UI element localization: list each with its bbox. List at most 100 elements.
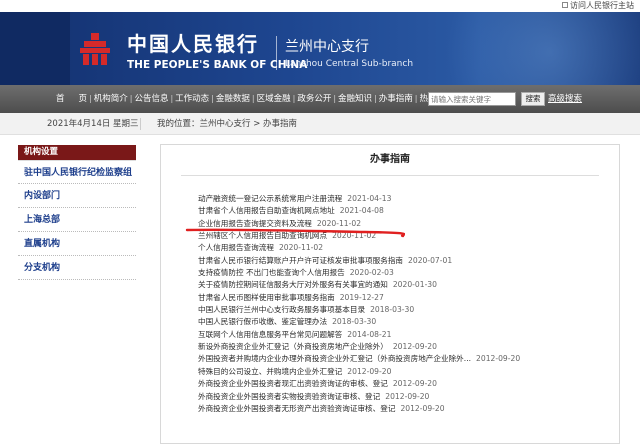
- nav-separator: |: [374, 94, 377, 103]
- branch-name-cn: 兰州中心支行: [285, 39, 369, 55]
- search-input[interactable]: [428, 92, 516, 106]
- globe-icon: [562, 2, 568, 8]
- list-item[interactable]: 动产融资统一登记公示系统常用户注册流程 2021-04-13: [198, 193, 618, 205]
- branch-name-en: Lanzhou Central Sub-branch: [285, 59, 414, 69]
- sidebar-heading: 机构设置: [18, 145, 136, 160]
- list-item[interactable]: 中国人民银行假币收缴、鉴定管理办法 2018-03-30: [198, 316, 618, 328]
- nav-separator: |: [414, 94, 418, 103]
- search-button[interactable]: 搜索: [521, 92, 545, 106]
- nav-items: 首 页 | 机构简介 | 公告信息 | 工作动态 | 金融数据 | 区域金融 |…: [56, 85, 454, 113]
- red-annotation-underline: [185, 228, 405, 238]
- nav-announcements[interactable]: 公告信息: [134, 85, 168, 113]
- list-item-date: 2014-08-21: [347, 329, 392, 339]
- list-item-title[interactable]: 外国投资者并购境内企业办理外商投资企业外汇登记（外商投资房地产企业除外...: [198, 354, 471, 363]
- current-date: 2021年4月14日 星期三: [47, 119, 139, 129]
- header-left-band: [0, 12, 70, 85]
- list-item[interactable]: 外商投资企业外国投资者实物投资验资询证审核、登记 2012-09-20: [198, 391, 618, 403]
- sidebar-item-branches[interactable]: 分支机构: [18, 256, 136, 280]
- list-item-date: 2021-04-08: [339, 206, 384, 216]
- list-item-title[interactable]: 特殊目的公司设立、并购境内企业外汇登记: [198, 367, 342, 376]
- list-item[interactable]: 中国人民银行兰州中心支行政务服务事项基本目录 2018-03-30: [198, 304, 618, 316]
- sidebar: 机构设置 驻中国人民银行纪检监察组 内设部门 上海总部 直属机构 分支机构: [18, 145, 136, 280]
- list-item-title[interactable]: 甘肃省人民币银行结算账户开户许可证核发审批事项服务指南: [198, 256, 403, 265]
- bank-name-cn: 中国人民银行: [127, 32, 259, 56]
- list-item-date: 2012-09-20: [400, 403, 445, 413]
- list-item-title[interactable]: 外商投资企业外国投资者无形资产出资验资询证审核、登记: [198, 404, 395, 413]
- list-item[interactable]: 甘肃省人民币银行结算账户开户许可证核发审批事项服务指南 2020-07-01: [198, 255, 618, 267]
- list-item[interactable]: 特殊目的公司设立、并购境内企业外汇登记 2012-09-20: [198, 366, 618, 378]
- breadcrumb-divider: [140, 118, 141, 130]
- list-item-title[interactable]: 中国人民银行兰州中心支行政务服务事项基本目录: [198, 305, 365, 314]
- list-item-date: 2012-09-20: [392, 342, 437, 352]
- breadcrumb-bar: 2021年4月14日 星期三 我的位置：兰州中心支行 > 办事指南: [0, 113, 640, 135]
- list-item-title[interactable]: 外商投资企业外国投资者实物投资验资询证审核、登记: [198, 392, 380, 401]
- list-item[interactable]: 个人信用报告查询流程 2020-11-02: [198, 242, 618, 254]
- nav-separator: |: [129, 94, 133, 103]
- list-item-title[interactable]: 支持疫情防控 不出门也能查询个人信用报告: [198, 268, 345, 277]
- list-item-title[interactable]: 外商投资企业外国投资者现汇出资验资询证的审核、登记: [198, 379, 388, 388]
- list-item[interactable]: 支持疫情防控 不出门也能查询个人信用报告 2020-02-03: [198, 267, 618, 279]
- list-item[interactable]: 甘肃省个人信用报告自助查询机网点地址 2021-04-08: [198, 205, 618, 217]
- top-bar: 访问人民银行主站: [0, 0, 640, 12]
- list-item[interactable]: 外商投资企业外国投资者现汇出资验资询证的审核、登记 2012-09-20: [198, 378, 618, 390]
- sidebar-item-discipline-inspection[interactable]: 驻中国人民银行纪检监察组: [18, 160, 136, 184]
- title-divider: [181, 175, 599, 176]
- list-item-date: 2012-09-20: [385, 391, 430, 401]
- nav-work-news[interactable]: 工作动态: [175, 85, 209, 113]
- list-item[interactable]: 外商投资企业外国投资者无形资产出资验资询证审核、登记 2012-09-20: [198, 403, 618, 415]
- list-item-date: 2012-09-20: [392, 379, 437, 389]
- nav-home-2[interactable]: 页: [79, 85, 88, 113]
- nav-service-guide[interactable]: 办事指南: [379, 85, 413, 113]
- nav-separator: |: [251, 94, 255, 103]
- sidebar-item-affiliated-institutions[interactable]: 直属机构: [18, 232, 136, 256]
- nav-separator: |: [333, 94, 337, 103]
- header-divider: [276, 36, 277, 70]
- list-item-date: 2020-02-03: [349, 268, 394, 278]
- nav-separator: |: [89, 94, 92, 103]
- list-item-date: 2012-09-20: [347, 366, 392, 376]
- list-item-title[interactable]: 动产融资统一登记公示系统常用户注册流程: [198, 194, 342, 203]
- list-item-date: 2018-03-30: [332, 317, 377, 327]
- pboc-logo-icon: [80, 33, 110, 65]
- page: 访问人民银行主站 中国人民银行 THE PEOPLE'S BANK OF CHI…: [0, 0, 640, 444]
- list-item-title[interactable]: 关于疫情防控期间征信服务大厅对外服务有关事宜的通知: [198, 280, 388, 289]
- list-item-title[interactable]: 中国人民银行假币收缴、鉴定管理办法: [198, 317, 327, 326]
- list-item-title[interactable]: 甘肃省人民币图样使用审批事项服务指南: [198, 293, 335, 302]
- main-nav: 首 页 | 机构简介 | 公告信息 | 工作动态 | 金融数据 | 区域金融 |…: [0, 85, 640, 113]
- list-item[interactable]: 甘肃省人民币图样使用审批事项服务指南 2019-12-27: [198, 292, 618, 304]
- nav-public-affairs[interactable]: 政务公开: [297, 85, 331, 113]
- main-content: 办事指南 动产融资统一登记公示系统常用户注册流程 2021-04-13 甘肃省个人…: [160, 144, 620, 444]
- list-item-title[interactable]: 新设外商投资企业外汇登记（外商投资房地产企业除外）: [198, 342, 388, 351]
- list-item[interactable]: 互联网个人信用信息服务平台常见问题解答 2014-08-21: [198, 329, 618, 341]
- visit-main-site-label: 访问人民银行主站: [570, 1, 634, 10]
- nav-home-1[interactable]: 首: [56, 85, 65, 113]
- list-item-date: 2020-01-30: [392, 280, 437, 290]
- advanced-search-link[interactable]: 高级搜索: [548, 85, 582, 113]
- sidebar-item-shanghai-hq[interactable]: 上海总部: [18, 208, 136, 232]
- list-item[interactable]: 关于疫情防控期间征信服务大厅对外服务有关事宜的通知 2020-01-30: [198, 279, 618, 291]
- nav-regional-finance[interactable]: 区域金融: [257, 85, 291, 113]
- list-item-title[interactable]: 互联网个人信用信息服务平台常见问题解答: [198, 330, 342, 339]
- nav-financial-data[interactable]: 金融数据: [216, 85, 250, 113]
- nav-separator: |: [211, 94, 214, 103]
- list-item-date: 2020-07-01: [408, 255, 453, 265]
- list-item-date: 2021-04-13: [347, 194, 392, 203]
- list-item-title[interactable]: 甘肃省个人信用报告自助查询机网点地址: [198, 206, 335, 215]
- list-item[interactable]: 新设外商投资企业外汇登记（外商投资房地产企业除外） 2012-09-20: [198, 341, 618, 353]
- page-title: 办事指南: [370, 154, 410, 165]
- list-item-date: 2018-03-30: [370, 305, 415, 315]
- visit-main-site-link[interactable]: 访问人民银行主站: [562, 0, 634, 12]
- list-item-date: 2020-11-02: [278, 243, 324, 253]
- list-item-title[interactable]: 个人信用报告查询流程: [198, 243, 274, 252]
- header-glow: [420, 12, 640, 85]
- site-header: 中国人民银行 THE PEOPLE'S BANK OF CHINA 兰州中心支行…: [0, 12, 640, 85]
- list-item[interactable]: 外国投资者并购境内企业办理外商投资企业外汇登记（外商投资房地产企业除外... 20…: [198, 353, 618, 365]
- bank-name-en: THE PEOPLE'S BANK OF CHINA: [127, 59, 308, 71]
- breadcrumb: 我的位置：兰州中心支行 > 办事指南: [157, 119, 298, 129]
- list-item-date: 2012-09-20: [476, 354, 521, 364]
- list-item-date: 2019-12-27: [339, 292, 384, 302]
- nav-financial-knowledge[interactable]: 金融知识: [338, 85, 372, 113]
- nav-separator: |: [292, 94, 296, 103]
- sidebar-item-internal-departments[interactable]: 内设部门: [18, 184, 136, 208]
- nav-about[interactable]: 机构简介: [94, 85, 128, 113]
